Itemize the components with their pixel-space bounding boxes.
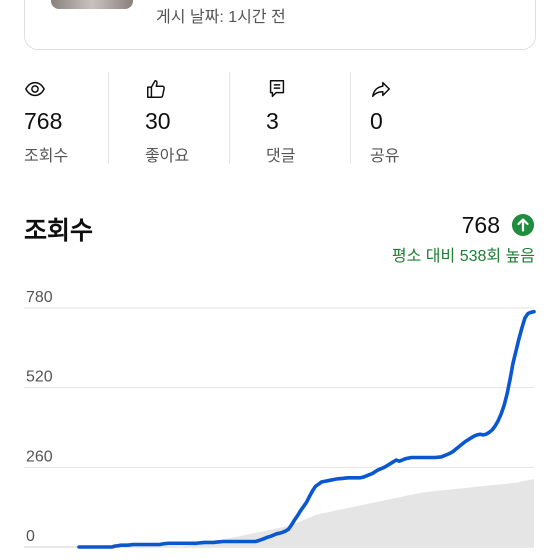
divider xyxy=(350,72,351,164)
share-icon xyxy=(372,81,390,98)
divider xyxy=(229,72,230,164)
y-tick-label: 260 xyxy=(26,448,53,465)
stat-comments-value: 3 xyxy=(266,108,279,134)
thumbs-up-icon xyxy=(147,80,165,98)
comment-icon xyxy=(269,80,285,98)
stat-shares-label: 공유 xyxy=(370,148,400,165)
y-tick-label: 520 xyxy=(26,369,53,386)
arrow-up-icon xyxy=(512,214,534,236)
y-tick-label: 0 xyxy=(26,528,35,545)
stats-row: 768 조회수 30 좋아요 3 댓글 0 공유 xyxy=(0,72,560,165)
y-tick-label: 780 xyxy=(26,290,53,306)
stat-likes-label: 좋아요 xyxy=(145,148,190,165)
eye-icon xyxy=(24,81,46,97)
stat-comments-label: 댓글 xyxy=(266,148,296,165)
y-axis-ticks: 780 520 260 0 xyxy=(26,290,53,545)
stat-likes-value: 30 xyxy=(145,108,171,134)
post-thumbnail xyxy=(51,0,133,9)
views-comparison: 평소 대비 538회 높음 xyxy=(391,248,535,265)
stat-views-value: 768 xyxy=(24,108,63,134)
post-card[interactable]: 게시 날짜: 1시간 전 xyxy=(24,0,536,50)
divider xyxy=(108,72,109,164)
stat-shares-value: 0 xyxy=(370,108,383,134)
views-count: 768 xyxy=(461,212,500,238)
stat-views-label: 조회수 xyxy=(24,148,69,165)
views-section-title: 조회수 xyxy=(24,217,94,245)
typical-views-area xyxy=(79,479,534,547)
post-date: 게시 날짜: 1시간 전 xyxy=(156,9,286,26)
views-chart: 780 520 260 0 xyxy=(24,290,536,549)
